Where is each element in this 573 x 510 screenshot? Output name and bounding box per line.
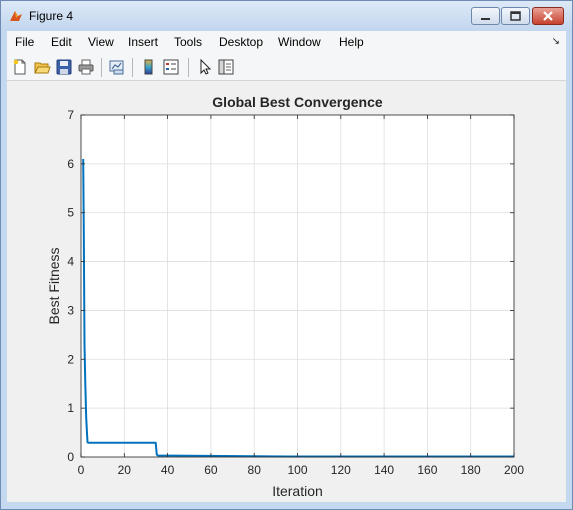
pointer-icon[interactable]	[196, 58, 214, 76]
menu-desktop[interactable]: Desktop	[219, 35, 263, 49]
x-tick-label: 60	[204, 463, 218, 477]
chart-title: Global Best Convergence	[212, 94, 383, 110]
minimize-icon	[481, 18, 490, 20]
window-title: Figure 4	[29, 9, 74, 23]
x-tick-label: 80	[248, 463, 262, 477]
x-axis-label: Iteration	[272, 483, 323, 499]
x-tick-label: 40	[161, 463, 175, 477]
toolbar-separator	[188, 58, 189, 77]
x-tick-label: 140	[374, 463, 394, 477]
x-tick-label: 120	[331, 463, 351, 477]
y-tick-label: 6	[67, 157, 74, 171]
y-tick-label: 5	[67, 206, 74, 220]
open-file-icon[interactable]	[33, 58, 51, 76]
menu-help[interactable]: Help	[339, 35, 364, 49]
title-bar[interactable]: Figure 4	[1, 1, 572, 31]
menu-bar: File Edit View Insert Tools Desktop Wind…	[7, 31, 566, 53]
toolbar-separator	[101, 58, 102, 77]
y-tick-label: 1	[67, 401, 74, 415]
figure-window: Figure 4 File Edit View Insert Tools Des…	[0, 0, 573, 510]
close-button[interactable]	[532, 7, 564, 25]
convergence-plot[interactable]: 0 20 40 60 80 100 120 140 160 180 200 0 1 2 3 4 5 6 7 Glob…	[7, 81, 566, 502]
figure-toolbar	[7, 53, 566, 81]
y-tick-label: 7	[67, 108, 74, 122]
close-icon	[543, 11, 553, 21]
y-tick-label: 0	[67, 450, 74, 464]
x-tick-label: 100	[287, 463, 307, 477]
x-tick-label: 20	[118, 463, 132, 477]
dock-arrow-icon[interactable]: ↘	[552, 36, 560, 47]
toolbar-separator	[132, 58, 133, 77]
maximize-icon	[510, 11, 521, 21]
colorbar-icon[interactable]	[140, 58, 158, 76]
print-icon[interactable]	[77, 58, 95, 76]
y-axis-label: Best Fitness	[46, 247, 62, 324]
figure-canvas: 0 20 40 60 80 100 120 140 160 180 200 0 1 2 3 4 5 6 7 Glob…	[7, 81, 566, 502]
new-figure-icon[interactable]	[11, 58, 29, 76]
x-tick-label: 0	[78, 463, 85, 477]
matlab-logo-icon	[10, 11, 22, 21]
x-tick-label: 180	[461, 463, 481, 477]
y-tick-label: 3	[67, 303, 74, 317]
x-tick-label: 200	[504, 463, 524, 477]
menu-file[interactable]: File	[15, 35, 34, 49]
save-icon[interactable]	[55, 58, 73, 76]
y-tick-label: 4	[67, 255, 74, 269]
y-tick-label: 2	[67, 352, 74, 366]
menu-window[interactable]: Window	[278, 35, 321, 49]
property-editor-icon[interactable]	[217, 58, 235, 76]
x-tick-label: 160	[417, 463, 437, 477]
menu-view[interactable]: View	[88, 35, 114, 49]
minimize-button[interactable]	[471, 7, 500, 25]
legend-icon[interactable]	[162, 58, 180, 76]
maximize-button[interactable]	[501, 7, 530, 25]
menu-tools[interactable]: Tools	[174, 35, 202, 49]
menu-edit[interactable]: Edit	[51, 35, 72, 49]
link-plot-icon[interactable]	[108, 58, 126, 76]
menu-insert[interactable]: Insert	[128, 35, 158, 49]
